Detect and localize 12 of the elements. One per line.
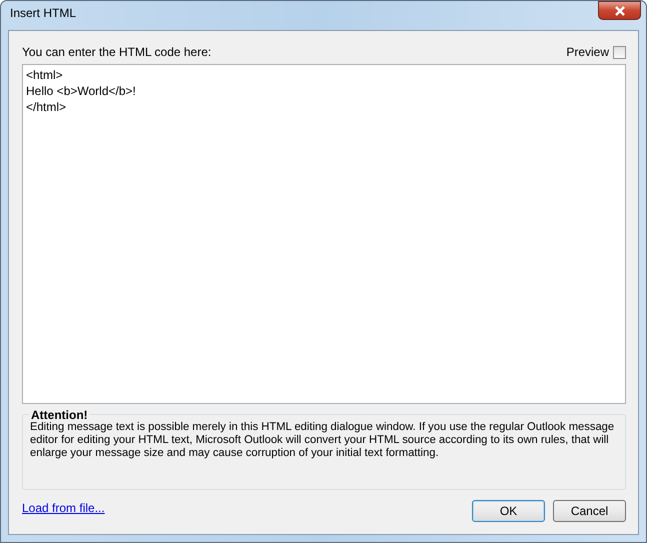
- window-title: Insert HTML: [9, 6, 76, 20]
- close-button[interactable]: [598, 1, 641, 20]
- preview-label: Preview: [566, 45, 609, 59]
- load-from-file-link[interactable]: Load from file...: [22, 501, 105, 515]
- attention-text: Editing message text is possible merely in this HTML editing dialogue window. If you use the regular Outlook message editor for editing your HTML text, Microsoft Outlook will convert your HTML source according to its own rules, that will enlarge your message size and may cause corruption of your initial text formatting.: [30, 421, 616, 460]
- ok-button[interactable]: OK: [472, 500, 545, 522]
- code-editor[interactable]: <html> Hello <b>World</b>! </html>: [22, 64, 626, 404]
- close-icon: [614, 6, 626, 16]
- editor-label: You can enter the HTML code here:: [22, 45, 212, 59]
- preview-checkbox[interactable]: [613, 46, 626, 58]
- attention-title: Attention!: [29, 408, 90, 422]
- cancel-button[interactable]: Cancel: [553, 500, 626, 522]
